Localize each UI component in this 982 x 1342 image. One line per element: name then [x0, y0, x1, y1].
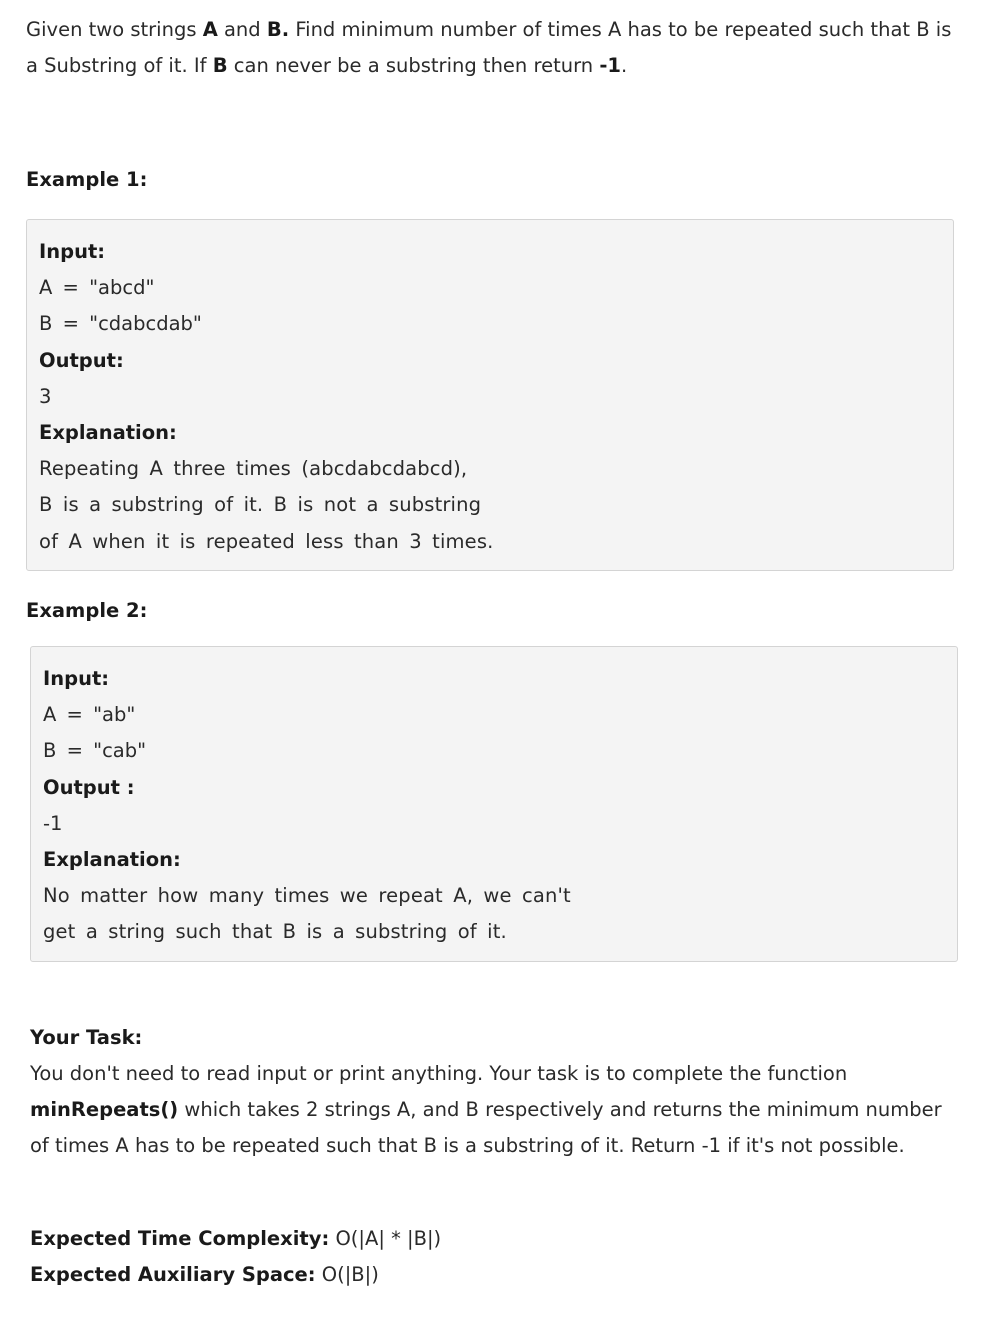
explanation-line: Repeating A three times (abcdabcdabcd), — [39, 457, 468, 481]
input-a-line: A = "ab" — [43, 703, 136, 727]
your-task-section: Your Task: You don't need to read input … — [30, 1020, 960, 1164]
intro-text: Given two strings — [26, 18, 203, 41]
space-complexity-value: O(|B|) — [315, 1263, 379, 1286]
intro-return-value: -1 — [599, 54, 621, 77]
time-complexity-label: Expected Time Complexity: — [30, 1227, 330, 1250]
intro-string-b: B. — [266, 18, 290, 41]
function-name: minRepeats() — [30, 1098, 179, 1121]
intro-text: and — [217, 18, 267, 41]
complexity-section: Expected Time Complexity: O(|A| * |B|) E… — [30, 1221, 441, 1293]
intro-string-a: A — [202, 18, 218, 41]
explanation-line: B is a substring of it. B is not a subst… — [39, 493, 482, 517]
task-text: You don't need to read input or print an… — [30, 1062, 848, 1085]
input-a-line: A = "abcd" — [39, 276, 155, 300]
time-complexity-value: O(|A| * |B|) — [329, 1227, 442, 1250]
example-2-heading: Example 2: — [26, 599, 148, 622]
time-complexity: Expected Time Complexity: O(|A| * |B|) — [30, 1221, 441, 1257]
output-label: Output : — [43, 775, 135, 799]
input-label: Input: — [39, 240, 106, 263]
intro-text: can never be a substring then return — [227, 54, 600, 77]
explanation-label: Explanation: — [39, 420, 177, 444]
explanation-line: No matter how many times we repeat A, we… — [43, 884, 571, 908]
example-1-heading: Example 1: — [26, 168, 148, 191]
space-complexity: Expected Auxiliary Space: O(|B|) — [30, 1257, 441, 1293]
problem-statement-page: Given two strings A and B. Find minimum … — [0, 0, 982, 1342]
input-b-line: B = "cdabcdab" — [39, 312, 202, 336]
explanation-label: Explanation: — [43, 847, 181, 871]
example-2-box: Input: A = "ab" B = "cab" Output : -1 Ex… — [30, 646, 958, 962]
output-label: Output: — [39, 348, 124, 372]
space-complexity-label: Expected Auxiliary Space: — [30, 1263, 316, 1286]
example-1-box: Input: A = "abcd" B = "cdabcdab" Output:… — [26, 219, 954, 571]
intro-string-b: B — [212, 54, 228, 77]
output-value: 3 — [39, 384, 52, 408]
your-task-heading: Your Task: — [30, 1026, 143, 1049]
output-value: -1 — [43, 811, 63, 835]
explanation-line: get a string such that B is a substring … — [43, 920, 507, 944]
explanation-line: of A when it is repeated less than 3 tim… — [39, 529, 494, 553]
intro-text: . — [620, 54, 628, 77]
problem-description: Given two strings A and B. Find minimum … — [26, 12, 956, 84]
input-b-line: B = "cab" — [43, 739, 147, 763]
your-task-text: You don't need to read input or print an… — [30, 1056, 960, 1164]
input-label: Input: — [43, 667, 110, 690]
